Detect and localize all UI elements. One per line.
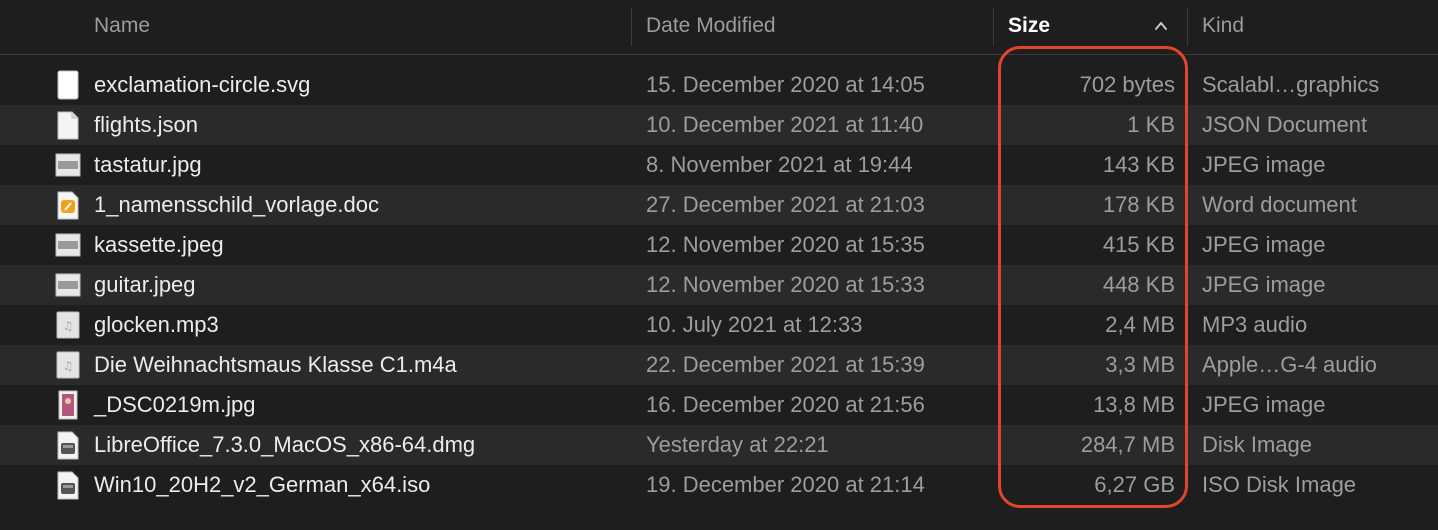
file-size: 6,27 GB — [1094, 472, 1175, 497]
word-document-icon — [57, 191, 79, 220]
file-size: 448 KB — [1102, 272, 1175, 297]
file-date-modified: 10. July 2021 at 12:33 — [646, 312, 863, 337]
file-date-modified: 27. December 2021 at 21:03 — [646, 192, 925, 217]
file-row[interactable]: ♫ glocken.mp3 10. July 2021 at 12:33 2,4 MB… — [0, 305, 1438, 345]
svg-text:♫: ♫ — [63, 359, 74, 373]
column-header-kind[interactable]: Kind — [1202, 0, 1244, 54]
audio-file-icon: ♫ — [56, 351, 80, 379]
file-name: _DSC0219m.jpg — [94, 392, 256, 417]
file-name: exclamation-circle.svg — [94, 72, 311, 97]
file-size: 13,8 MB — [1093, 392, 1175, 417]
file-kind: MP3 audio — [1202, 312, 1308, 337]
column-header-date-modified[interactable]: Date Modified — [646, 0, 776, 54]
file-row[interactable]: Win10_20H2_v2_German_x64.iso 19. December… — [0, 465, 1438, 505]
file-row[interactable]: _DSC0219m.jpg 16. December 2020 at 21:56 1… — [0, 385, 1438, 425]
file-name: tastatur.jpg — [94, 152, 202, 177]
column-divider[interactable] — [1187, 8, 1188, 46]
file-size: 2,4 MB — [1105, 312, 1175, 337]
file-row[interactable]: kassette.jpeg 12. November 2020 at 15:35 4… — [0, 225, 1438, 265]
file-kind: JPEG image — [1202, 232, 1326, 257]
disk-image-icon — [57, 471, 79, 500]
file-name: guitar.jpeg — [94, 272, 196, 297]
file-name: glocken.mp3 — [94, 312, 219, 337]
file-kind: Word document — [1202, 192, 1357, 217]
file-kind: JPEG image — [1202, 392, 1326, 417]
file-size: 702 bytes — [1079, 72, 1175, 97]
file-date-modified: 8. November 2021 at 19:44 — [646, 152, 913, 177]
file-name: 1_namensschild_vorlage.doc — [94, 192, 379, 217]
column-header-bar: Name Date Modified Size Kind — [0, 0, 1438, 55]
file-name: Die Weihnachtsmaus Klasse C1.m4a — [94, 352, 457, 377]
file-row[interactable]: exclamation-circle.svg 15. December 2020 … — [0, 65, 1438, 105]
file-row[interactable]: ♫ Die Weihnachtsmaus Klasse C1.m4a 22. Dec… — [0, 345, 1438, 385]
svg-text:♫: ♫ — [63, 319, 74, 333]
file-row[interactable]: LibreOffice_7.3.0_MacOS_x86-64.dmg Yester… — [0, 425, 1438, 465]
file-row[interactable]: flights.json 10. December 2021 at 11:40 1 … — [0, 105, 1438, 145]
chevron-up-icon[interactable] — [1154, 19, 1168, 33]
json-file-icon — [57, 111, 79, 140]
file-name: LibreOffice_7.3.0_MacOS_x86-64.dmg — [94, 432, 476, 457]
file-kind: JPEG image — [1202, 152, 1326, 177]
file-date-modified: 10. December 2021 at 11:40 — [646, 112, 924, 137]
file-kind: Scalabl…graphics — [1202, 72, 1380, 97]
file-name: kassette.jpeg — [94, 232, 224, 257]
file-date-modified: 15. December 2020 at 14:05 — [646, 72, 925, 97]
file-list: exclamation-circle.svg 15. December 2020 … — [0, 65, 1438, 505]
column-divider[interactable] — [631, 8, 632, 46]
file-name: flights.json — [94, 112, 198, 137]
file-date-modified: 22. December 2021 at 15:39 — [646, 352, 925, 377]
file-date-modified: 19. December 2020 at 21:14 — [646, 472, 925, 497]
image-thumbnail-icon — [55, 153, 81, 177]
file-date-modified: 12. November 2020 at 15:33 — [646, 272, 925, 297]
file-date-modified: 12. November 2020 at 15:35 — [646, 232, 925, 257]
file-size: 284,7 MB — [1080, 432, 1175, 457]
file-kind: ISO Disk Image — [1202, 472, 1357, 497]
image-thumbnail-icon — [55, 273, 81, 297]
column-divider[interactable] — [993, 8, 994, 46]
file-size: 143 KB — [1102, 152, 1175, 177]
svg-file-icon — [57, 70, 79, 100]
disk-image-icon — [57, 431, 79, 460]
file-size: 1 KB — [1127, 112, 1175, 137]
file-size: 178 KB — [1102, 192, 1175, 217]
audio-file-icon: ♫ — [56, 311, 80, 339]
file-date-modified: 16. December 2020 at 21:56 — [646, 392, 925, 417]
file-date-modified: Yesterday at 22:21 — [646, 432, 829, 457]
file-kind: JSON Document — [1202, 112, 1368, 137]
column-header-name[interactable]: Name — [94, 0, 150, 54]
column-header-size[interactable]: Size — [1008, 0, 1050, 54]
file-kind: Disk Image — [1202, 432, 1313, 457]
photo-thumbnail-icon — [58, 390, 78, 420]
file-row[interactable]: 1_namensschild_vorlage.doc 27. December 2… — [0, 185, 1438, 225]
file-name: Win10_20H2_v2_German_x64.iso — [94, 472, 431, 497]
file-kind: Apple…G-4 audio — [1202, 352, 1377, 377]
file-row[interactable]: guitar.jpeg 12. November 2020 at 15:33 448… — [0, 265, 1438, 305]
finder-list-view: Name Date Modified Size Kind exclamation… — [0, 0, 1438, 530]
file-kind: JPEG image — [1202, 272, 1326, 297]
file-size: 415 KB — [1102, 232, 1175, 257]
file-row[interactable]: tastatur.jpg 8. November 2021 at 19:44 143… — [0, 145, 1438, 185]
file-size: 3,3 MB — [1105, 352, 1175, 377]
image-thumbnail-icon — [55, 233, 81, 257]
